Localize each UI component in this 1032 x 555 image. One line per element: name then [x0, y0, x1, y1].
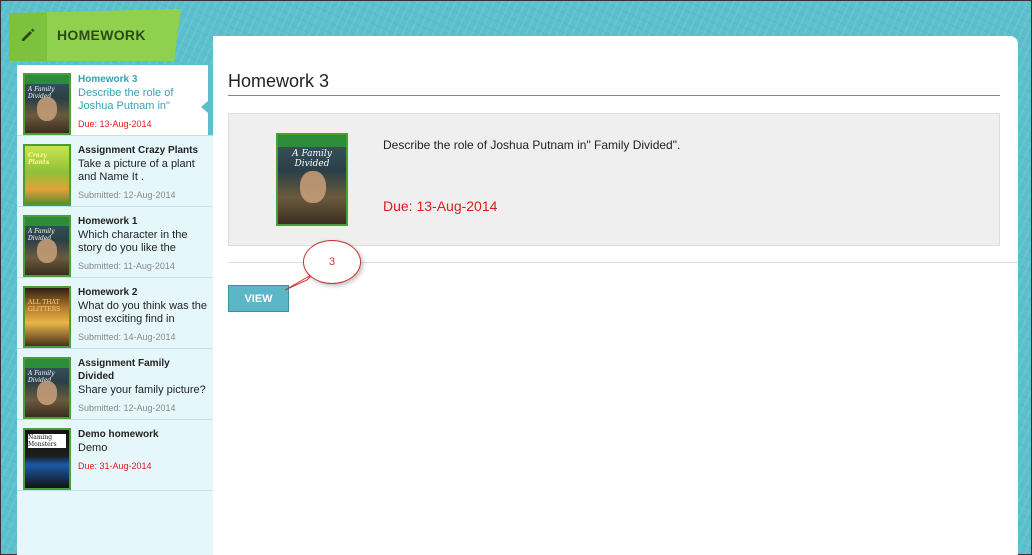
pencil-icon — [9, 9, 47, 61]
sidebar-item-desc: Which character in the story do you like… — [78, 229, 188, 254]
sidebar-item-desc: Describe the role of Joshua Putnam in" — [78, 87, 174, 112]
sidebar-item-due: Due: 13-Aug-2014 — [78, 119, 152, 129]
callout-bubble: 3 — [303, 240, 361, 284]
homework-description: Describe the role of Joshua Putnam in" F… — [383, 138, 681, 152]
cover-label: Crazy Plants — [28, 152, 50, 166]
book-cover-thumbnail: Crazy Plants — [23, 144, 71, 206]
sidebar-item-desc: Take a picture of a plant and Name It . — [78, 158, 195, 183]
homework-sidebar: A Family Divided Homework 3 Describe the… — [17, 65, 213, 555]
header-title: HOMEWORK — [57, 27, 146, 43]
view-button[interactable]: VIEW — [228, 285, 289, 312]
book-cover-thumbnail: A Family Divided — [23, 215, 71, 277]
sidebar-item-title: Assignment Crazy Plants — [78, 145, 199, 156]
homework-detail-panel: Homework 3 A Family Divided Describe the… — [213, 36, 1018, 555]
sidebar-item-title: Homework 3 — [78, 74, 138, 85]
homework-header-tab: HOMEWORK — [9, 9, 181, 61]
sidebar-item-title: Demo homework — [78, 429, 159, 440]
book-cover-image: A Family Divided — [276, 133, 348, 226]
page-title: Homework 3 — [228, 71, 330, 91]
cover-label: A Family Divided — [292, 149, 332, 169]
sidebar-item-submitted: Submitted: 12-Aug-2014 — [78, 403, 176, 413]
sidebar-item-desc: Demo — [78, 442, 108, 454]
sidebar-item-homework-1[interactable]: A Family Divided Homework 1 Which charac… — [17, 207, 213, 278]
sidebar-item-title: Homework 1 — [78, 216, 138, 227]
sidebar-item-desc: Share your family picture? — [78, 384, 206, 396]
sidebar-item-submitted: Submitted: 14-Aug-2014 — [78, 332, 176, 342]
homework-detail-box: A Family Divided Describe the role of Jo… — [228, 113, 1000, 246]
book-cover-thumbnail: A Family Divided — [23, 73, 71, 135]
sidebar-item-submitted: Submitted: 11-Aug-2014 — [78, 261, 175, 271]
sidebar-item-homework-3[interactable]: A Family Divided Homework 3 Describe the… — [17, 65, 213, 136]
sidebar-item-assignment-family-divided[interactable]: A Family Divided Assignment Family Divid… — [17, 349, 213, 420]
sidebar-item-desc: What do you think was the most exciting … — [78, 300, 208, 325]
sidebar-item-title: Homework 2 — [78, 287, 138, 298]
title-divider — [228, 95, 1000, 96]
cover-label: ALL THAT GLITTERS — [28, 299, 61, 313]
sidebar-item-due: Due: 31-Aug-2014 — [78, 461, 152, 471]
book-cover-thumbnail: A Family Divided — [23, 357, 71, 419]
sidebar-item-homework-2[interactable]: ALL THAT GLITTERS Homework 2 What do you… — [17, 278, 213, 349]
cover-label: Naming Monsters — [28, 434, 66, 448]
sidebar-item-title: Assignment Family Divided — [78, 358, 170, 382]
sidebar-item-demo-homework[interactable]: Naming Monsters Demo homework Demo Due: … — [17, 420, 213, 491]
book-cover-thumbnail: ALL THAT GLITTERS — [23, 286, 71, 348]
sidebar-item-submitted: Submitted: 12-Aug-2014 — [78, 190, 176, 200]
sidebar-item-assignment-crazy-plants[interactable]: Crazy Plants Assignment Crazy Plants Tak… — [17, 136, 213, 207]
book-cover-thumbnail: Naming Monsters — [23, 428, 71, 490]
homework-due-date: Due: 13-Aug-2014 — [383, 198, 498, 214]
